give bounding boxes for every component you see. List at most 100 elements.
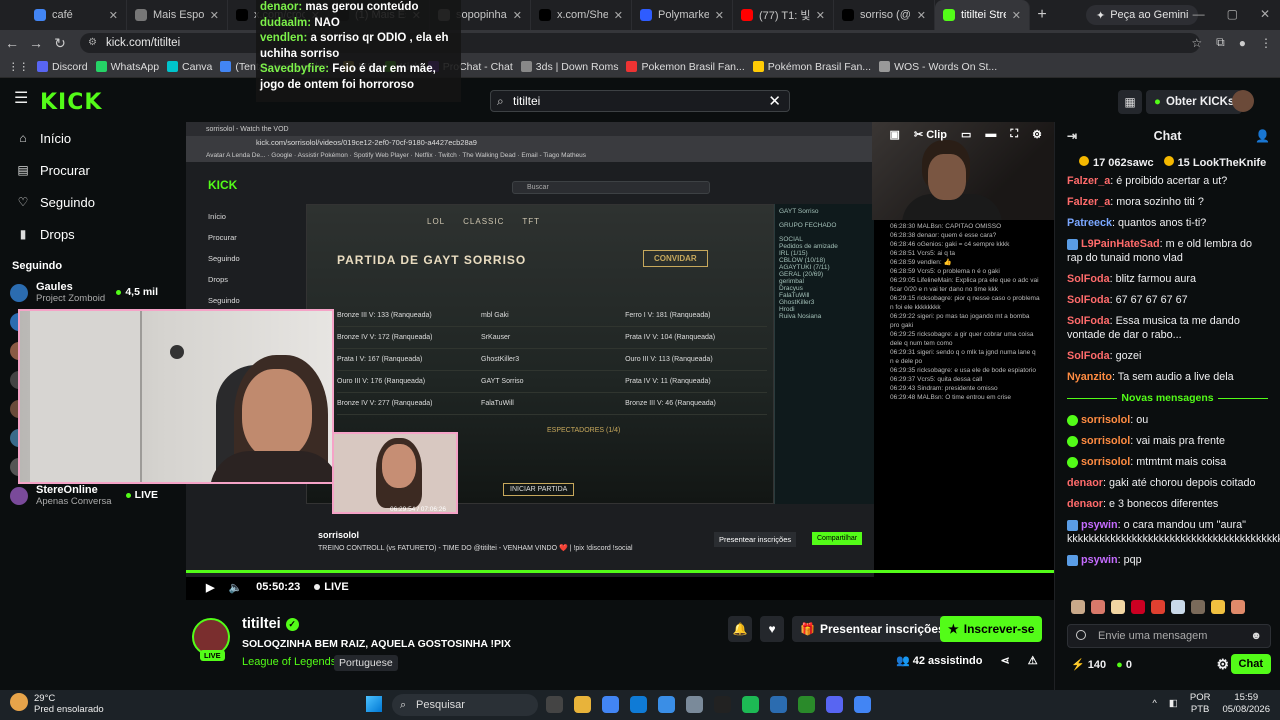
tab-close-icon[interactable]: ✕	[917, 9, 926, 22]
collapse-chat-icon[interactable]: ⇥	[1067, 129, 1077, 143]
gemini-button[interactable]: ✦ Peça ao Gemini	[1086, 5, 1199, 25]
chat-username[interactable]: sorrisolol	[1081, 414, 1130, 426]
taskbar-app-icon[interactable]	[798, 696, 815, 713]
gift-subs-button[interactable]: 🎁 Presentear inscrições	[792, 616, 953, 642]
apps-icon[interactable]: ⋮⋮	[8, 61, 29, 73]
bookmark-item[interactable]: Pokémon Brasil Fan...	[752, 61, 871, 73]
tab-close-icon[interactable]: ✕	[1012, 9, 1021, 22]
emote-icon[interactable]	[1211, 600, 1225, 614]
new-messages-divider[interactable]: Novas mensagens	[1067, 391, 1268, 405]
notification-button[interactable]: 🔔	[728, 616, 752, 642]
emote-icon[interactable]	[1151, 600, 1165, 614]
bookmark-item[interactable]: Pokemon Brasil Fan...	[626, 61, 745, 73]
bookmark-item[interactable]: WOS - Words On St...	[879, 61, 997, 73]
bookmark-item[interactable]: 3ds | Down Roms	[520, 61, 618, 73]
follow-button[interactable]: ♥	[760, 616, 784, 642]
chat-username[interactable]: denaor	[1067, 498, 1103, 510]
emote-icon[interactable]	[1231, 600, 1245, 614]
chat-username[interactable]: Falzer_a	[1067, 175, 1110, 187]
emote-icon[interactable]	[1191, 600, 1205, 614]
subscribe-button[interactable]: ★ Inscrever-se	[940, 616, 1043, 642]
send-chat-button[interactable]: Chat	[1230, 654, 1271, 674]
browser-tab[interactable]: Polymarket Le ✕	[632, 0, 733, 30]
emote-icon[interactable]	[1111, 600, 1125, 614]
taskbar-app-icon[interactable]	[630, 696, 647, 713]
taskbar-app-icon[interactable]	[574, 696, 591, 713]
search-input[interactable]: ⌕ titiltei ✕	[490, 90, 790, 112]
channel-points[interactable]: ⚡ 140	[1071, 658, 1106, 671]
theater-icon[interactable]: ▬	[985, 128, 996, 141]
browser-tab[interactable]: Mais Esports n ✕	[127, 0, 228, 30]
chat-username[interactable]: Patreeck	[1067, 217, 1112, 229]
chat-username[interactable]: sorrisolol	[1081, 456, 1130, 468]
chat-username[interactable]: SolFoda	[1067, 294, 1110, 306]
taskbar-app-icon[interactable]	[686, 696, 703, 713]
fullscreen-icon[interactable]: ⛶	[1010, 128, 1018, 141]
profile-icon[interactable]: ●	[1239, 36, 1246, 50]
bookmark-star-icon[interactable]: ☆	[1191, 36, 1202, 50]
taskbar-app-icon[interactable]	[854, 696, 871, 713]
chat-username[interactable]: sorrisolol	[1081, 435, 1130, 447]
browser-tab[interactable]: (77) T1: 빛날가 ✕	[733, 0, 834, 30]
tab-close-icon[interactable]: ✕	[614, 9, 623, 22]
site-info-icon[interactable]: ⚙	[88, 37, 100, 49]
user-avatar[interactable]	[1232, 90, 1254, 112]
tab-close-icon[interactable]: ✕	[210, 9, 219, 22]
settings-icon[interactable]: ⚙	[1032, 128, 1042, 141]
bookmark-item[interactable]: WhatsApp	[95, 61, 159, 73]
chat-username[interactable]: psywin	[1081, 554, 1118, 566]
captions-icon[interactable]: ▭	[961, 128, 971, 141]
chat-input[interactable]: Envie uma mensagem ☻	[1067, 624, 1271, 648]
chat-emote-icon[interactable]	[1076, 630, 1086, 640]
sidebar-nav-seguindo[interactable]: ♡ Seguindo	[0, 186, 186, 218]
stream-category[interactable]: League of Legends	[242, 656, 336, 668]
taskbar-app-icon[interactable]	[714, 696, 731, 713]
taskbar-app-icon[interactable]	[742, 696, 759, 713]
browser-tab[interactable]: x.com/SheepE ✕	[531, 0, 632, 30]
kicks-balance[interactable]: ● 0	[1116, 659, 1132, 671]
bookmark-item[interactable]: Discord	[37, 61, 88, 73]
kick-logo[interactable]: KICK	[40, 90, 102, 115]
tab-close-icon[interactable]: ✕	[715, 9, 724, 22]
browser-tab[interactable]: café ✕	[26, 0, 127, 30]
chat-username[interactable]: denaor	[1067, 477, 1103, 489]
sidebar-nav-drops[interactable]: ▮ Drops	[0, 218, 186, 250]
clock[interactable]: 15:59 05/08/2026	[1222, 692, 1270, 716]
url-input[interactable]: ⚙ kick.com/titiltei	[80, 33, 1200, 53]
bookmark-item[interactable]: Canva	[167, 61, 212, 73]
menu-icon[interactable]: ⋮	[1260, 36, 1272, 50]
forward-icon[interactable]: →	[24, 35, 48, 51]
hamburger-menu-icon[interactable]: ☰	[14, 91, 28, 107]
rewards-icon[interactable]: ▦	[1118, 90, 1142, 114]
chat-users-icon[interactable]: 👤	[1255, 129, 1270, 143]
reload-icon[interactable]: ↻	[48, 35, 72, 52]
maximize-icon[interactable]: ▢	[1227, 7, 1238, 21]
emote-icon[interactable]	[1171, 600, 1185, 614]
browser-tab[interactable]: titiltei Stream ✕	[935, 0, 1030, 30]
close-window-icon[interactable]: ✕	[1260, 7, 1270, 21]
taskbar-app-icon[interactable]	[658, 696, 675, 713]
chat-username[interactable]: SolFoda	[1067, 350, 1110, 362]
tray-chevron-icon[interactable]: ^	[1152, 698, 1156, 710]
weather-widget[interactable]: 29°C Pred ensolarado	[10, 693, 104, 715]
miniplayer-icon[interactable]: ▣	[890, 128, 900, 141]
chat-username[interactable]: Falzer_a	[1067, 196, 1110, 208]
emote-icon[interactable]	[1091, 600, 1105, 614]
tab-close-icon[interactable]: ✕	[513, 9, 522, 22]
share-icon[interactable]: ⋖	[1000, 654, 1009, 667]
chat-username[interactable]: SolFoda	[1067, 315, 1110, 327]
chat-username[interactable]: SolFoda	[1067, 273, 1110, 285]
chat-settings-icon[interactable]: ⚙	[1216, 656, 1229, 673]
clear-search-icon[interactable]: ✕	[768, 92, 781, 110]
taskbar-app-icon[interactable]	[826, 696, 843, 713]
tab-close-icon[interactable]: ✕	[109, 9, 118, 22]
report-icon[interactable]: ⚠	[1028, 654, 1038, 667]
network-icon[interactable]: ◧	[1169, 698, 1178, 710]
start-button[interactable]	[366, 696, 382, 712]
extensions-icon[interactable]: ⧉	[1216, 35, 1225, 50]
tab-close-icon[interactable]: ✕	[816, 9, 825, 22]
new-tab-icon[interactable]: +	[1030, 6, 1054, 24]
minimize-icon[interactable]: —	[1193, 7, 1205, 21]
gifter[interactable]: 17 062sawc	[1079, 155, 1154, 169]
get-kicks-button[interactable]: ● Obter KICKs	[1146, 90, 1243, 114]
